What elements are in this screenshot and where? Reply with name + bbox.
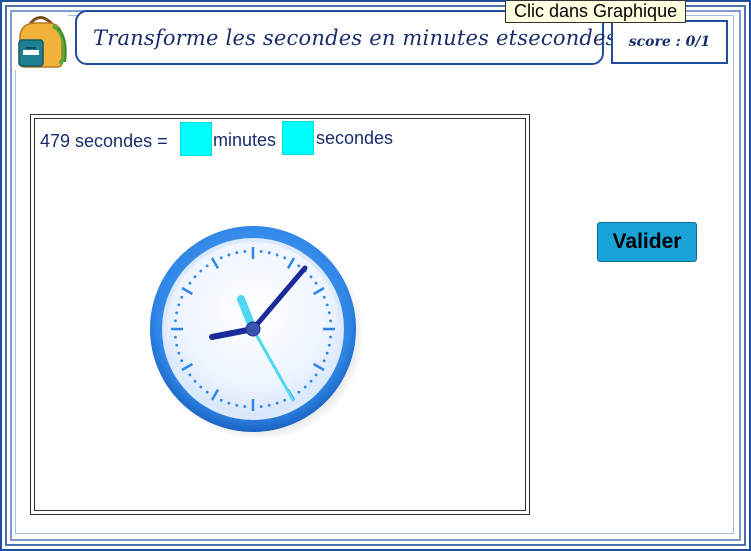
seconds-input[interactable] bbox=[282, 121, 314, 155]
minutes-input[interactable] bbox=[180, 122, 212, 156]
score-label: score : 0/1 bbox=[628, 34, 711, 50]
tooltip-text: Clic dans Graphique bbox=[514, 1, 678, 21]
question-prefix: 479 secondes = bbox=[40, 131, 168, 151]
page-title: Transforme les secondes en minutes etsec… bbox=[93, 25, 617, 50]
clock-icon bbox=[149, 225, 365, 441]
minutes-label: minutes bbox=[213, 130, 277, 150]
backpack-icon bbox=[14, 12, 68, 70]
seconds-label: secondes bbox=[316, 128, 394, 148]
validate-button-label: Valider bbox=[612, 230, 682, 253]
score-box: score : 0/1 bbox=[611, 20, 728, 64]
validate-button[interactable]: Valider bbox=[597, 222, 697, 262]
exercise-panel: 479 secondes = minutes secondes bbox=[30, 114, 530, 515]
tooltip: Clic dans Graphique bbox=[505, 0, 687, 23]
